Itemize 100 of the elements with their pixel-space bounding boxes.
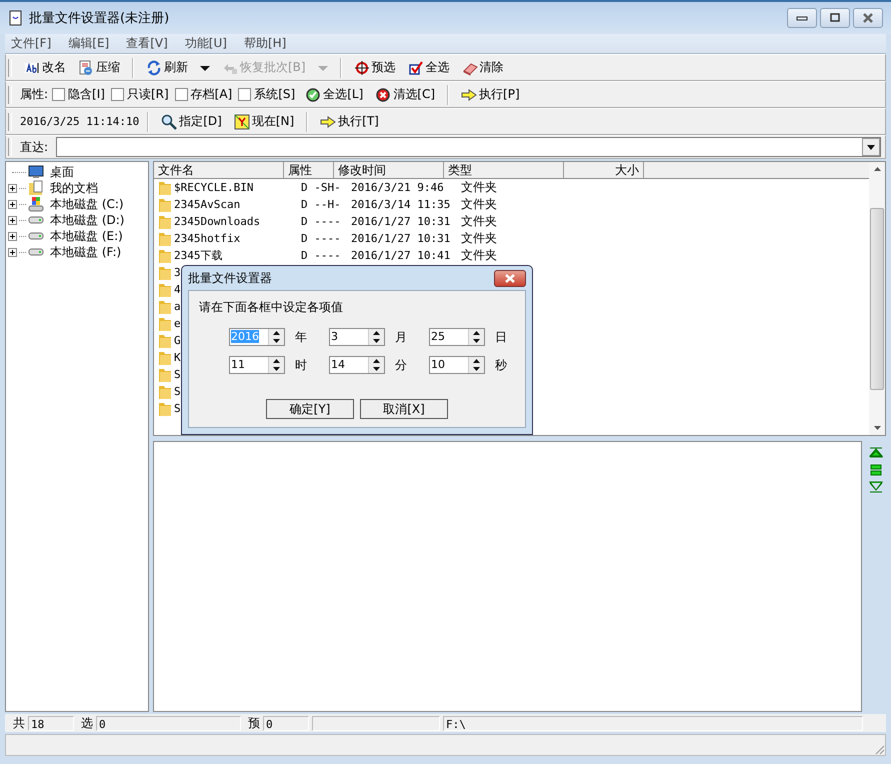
tree-item[interactable]: 本地磁盘 (C:) <box>50 196 124 212</box>
window-title: 批量文件设置器(未注册) <box>29 10 170 27</box>
spin-box[interactable]: 10 <box>429 356 485 374</box>
menu-item[interactable]: 功能[U] <box>184 35 227 52</box>
table-cell: 2016/3/14 11:35 <box>351 198 450 211</box>
expand-toggle[interactable] <box>8 200 17 208</box>
column-header[interactable]: 大小 <box>564 162 644 178</box>
menu-item[interactable]: 帮助[H] <box>244 35 286 52</box>
expand-toggle[interactable] <box>8 248 17 256</box>
column-header[interactable]: 文件名 <box>154 162 284 178</box>
toolbar-button[interactable]: 执行[T] <box>316 111 383 132</box>
table-cell: $RECYCLE.BIN <box>174 181 254 194</box>
status-label: 预 <box>248 714 260 732</box>
spin-arrows-icon <box>371 357 382 373</box>
status-label: 共 <box>13 714 25 732</box>
close-icon <box>861 11 875 25</box>
table-cell: G <box>174 334 181 347</box>
spin-arrows-icon <box>471 329 482 345</box>
table-cell: D ---- <box>301 249 341 262</box>
toolbar-button[interactable]: 清选[C] <box>371 84 440 105</box>
folder-icon <box>157 264 173 280</box>
address-combo-box[interactable] <box>56 137 881 157</box>
cross-circle-icon <box>375 86 392 102</box>
close-button[interactable] <box>853 8 883 28</box>
menu-item[interactable]: 编辑[E] <box>68 35 110 52</box>
table-cell: 文件夹 <box>461 248 497 262</box>
table-cell: 4 <box>174 283 181 296</box>
toolbar-button[interactable]: 全选 <box>404 57 454 78</box>
toolbar-button[interactable]: 执行[P] <box>457 84 524 105</box>
toolbar-button[interactable]: 现在[N] <box>230 111 298 132</box>
folder-icon <box>157 332 173 348</box>
dialog-button[interactable]: 确定[Y] <box>266 399 354 419</box>
caret-icon <box>316 64 329 72</box>
drive-icon <box>28 232 44 240</box>
checkbox[interactable]: 存档[A] <box>174 86 232 103</box>
spin-arrows-icon <box>471 357 482 373</box>
tree-item[interactable]: 本地磁盘 (F:) <box>50 244 122 260</box>
expand-toggle[interactable] <box>8 216 17 224</box>
folder-icon <box>157 248 173 264</box>
checkbox[interactable]: 只读[R] <box>110 86 169 103</box>
folder-icon <box>157 196 173 212</box>
spin-box[interactable]: 14 <box>329 356 385 374</box>
folder-icon <box>157 400 173 416</box>
maximize-button[interactable] <box>820 8 850 28</box>
checkbox[interactable]: 系统[S] <box>238 86 296 103</box>
toolbar-button[interactable]: 刷新 <box>142 57 192 78</box>
spin-arrows-icon <box>271 357 282 373</box>
table-cell: 文件夹 <box>461 214 497 228</box>
toolbar-button[interactable]: 改名 <box>20 57 70 78</box>
toolbar-button[interactable]: 压缩 <box>74 57 124 78</box>
unit-label: 时 <box>294 356 308 374</box>
toolbar-button[interactable]: 预选 <box>350 57 400 78</box>
toolbar-button[interactable]: 全选[L] <box>301 84 368 105</box>
close-button[interactable] <box>494 270 526 286</box>
drive-icon <box>28 248 44 256</box>
status-label: 选 <box>81 714 93 732</box>
folder-icon <box>157 180 173 196</box>
status-field: F:\ <box>443 716 863 730</box>
table-cell: 2345AvScan <box>174 198 240 211</box>
spin-arrows-icon <box>371 329 382 345</box>
menu-item[interactable]: 查看[V] <box>126 35 168 52</box>
resize-grip-icon <box>873 743 885 755</box>
spin-box[interactable]: 11 <box>229 356 285 374</box>
expand-toggle[interactable] <box>8 232 17 240</box>
minimize-button[interactable] <box>787 8 817 28</box>
folder-icon <box>157 350 173 366</box>
table-cell: 2016/1/27 10:31 <box>351 215 450 228</box>
column-header[interactable]: 修改时间 <box>334 162 444 178</box>
folder-icon <box>157 384 173 400</box>
dialog-button[interactable]: 取消[X] <box>360 399 448 419</box>
folder-document-icon <box>28 180 44 196</box>
checkbox[interactable]: 隐含[I] <box>52 86 105 103</box>
tree-item[interactable]: 桌面 <box>50 164 74 180</box>
tree-item[interactable]: 本地磁盘 (E:) <box>50 228 123 244</box>
column-header[interactable]: 属性 <box>284 162 334 178</box>
tick-circle-icon <box>305 86 322 102</box>
app-icon <box>8 10 24 26</box>
close-icon <box>503 272 517 284</box>
spin-box[interactable]: 3 <box>329 328 385 346</box>
spin-box[interactable]: 25 <box>429 328 485 346</box>
table-cell: e <box>174 317 181 330</box>
menu-item[interactable]: 文件[F] <box>11 35 52 52</box>
expand-toggle[interactable] <box>8 184 17 192</box>
column-header[interactable]: 类型 <box>444 162 564 178</box>
tree-item[interactable]: 本地磁盘 (D:) <box>50 212 124 228</box>
table-cell: 文件夹 <box>461 231 497 245</box>
refresh-icon <box>146 60 162 76</box>
toolbar-button[interactable]: 指定[D] <box>157 111 226 132</box>
arrow-icon <box>461 86 478 102</box>
scrollbar[interactable] <box>869 162 885 435</box>
table-cell: 2016/1/27 10:31 <box>351 232 450 245</box>
table-cell: D ---- <box>301 215 341 228</box>
toolbar-button[interactable]: 清除 <box>458 57 508 78</box>
tree-item[interactable]: 我的文档 <box>50 180 98 196</box>
table-cell: 3 <box>174 266 181 279</box>
system-drive-icon <box>28 196 44 212</box>
status-field: 18 <box>28 716 74 730</box>
table-cell: 2345hotfix <box>174 232 240 245</box>
table-cell: 2016/3/21 9:46 <box>351 181 444 194</box>
address-label: 直达: <box>20 138 48 156</box>
